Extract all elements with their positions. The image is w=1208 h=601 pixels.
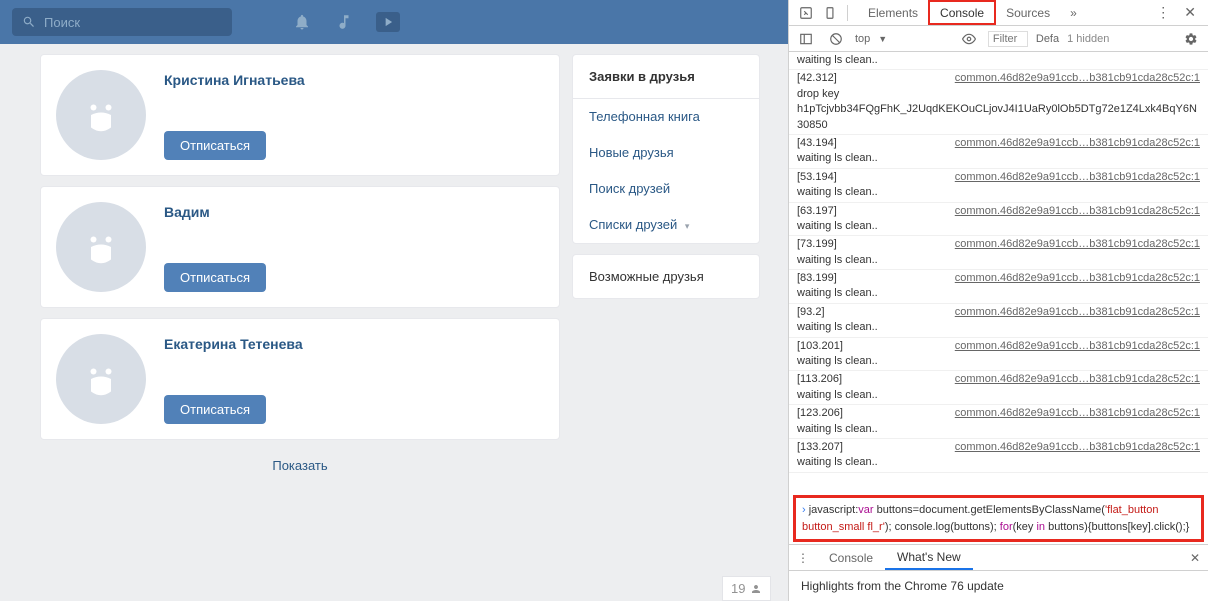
- more-icon[interactable]: ⋮: [1150, 4, 1176, 21]
- sidebar: Заявки в друзья Телефонная книга Новые д…: [572, 44, 760, 601]
- log-entry: [63.197]common.46d82e9a91ccb…b381cb91cda…: [789, 203, 1208, 237]
- log-entry: [42.312]common.46d82e9a91ccb…b381cb91cda…: [789, 70, 1208, 135]
- play-icon[interactable]: [376, 12, 400, 32]
- console-log[interactable]: waiting ls clean..[42.312]common.46d82e9…: [789, 52, 1208, 493]
- log-source-link[interactable]: common.46d82e9a91ccb…b381cb91cda28c52c:1: [955, 170, 1200, 185]
- devtools-toolbar: Elements Console Sources » ⋮ ✕: [789, 0, 1208, 26]
- log-source-link[interactable]: common.46d82e9a91ccb…b381cb91cda28c52c:1: [955, 204, 1200, 219]
- drawer-tab-whatsnew[interactable]: What's New: [885, 545, 973, 570]
- log-source-link[interactable]: common.46d82e9a91ccb…b381cb91cda28c52c:1: [955, 136, 1200, 151]
- search-input[interactable]: Поиск: [12, 8, 232, 36]
- friend-name[interactable]: Екатерина Тетенева: [164, 336, 544, 352]
- friend-card: Екатерина Тетенева Отписаться: [40, 318, 560, 440]
- log-source-link[interactable]: common.46d82e9a91ccb…b381cb91cda28c52c:1: [955, 305, 1200, 320]
- sidebar-item-newfriends[interactable]: Новые друзья: [573, 135, 759, 171]
- log-entry: [123.206]common.46d82e9a91ccb…b381cb91cd…: [789, 405, 1208, 439]
- avatar[interactable]: [56, 202, 146, 292]
- tab-elements[interactable]: Elements: [858, 0, 928, 25]
- music-icon[interactable]: [334, 12, 354, 32]
- log-entry: [73.199]common.46d82e9a91ccb…b381cb91cda…: [789, 236, 1208, 270]
- eye-icon[interactable]: [958, 28, 980, 50]
- unsubscribe-button[interactable]: Отписаться: [164, 131, 266, 160]
- avatar[interactable]: [56, 334, 146, 424]
- sidebar-item-findfriends[interactable]: Поиск друзей: [573, 171, 759, 207]
- unsubscribe-button[interactable]: Отписаться: [164, 263, 266, 292]
- up-button[interactable]: 19: [722, 576, 771, 601]
- tab-sources[interactable]: Sources: [996, 0, 1060, 25]
- log-source-link[interactable]: common.46d82e9a91ccb…b381cb91cda28c52c:1: [955, 71, 1200, 86]
- device-icon[interactable]: [819, 2, 841, 24]
- friend-name[interactable]: Вадим: [164, 204, 544, 220]
- log-entry: [83.199]common.46d82e9a91ccb…b381cb91cda…: [789, 270, 1208, 304]
- gear-icon[interactable]: [1180, 28, 1202, 50]
- context-selector[interactable]: top: [855, 33, 870, 45]
- friend-card: Вадим Отписаться: [40, 186, 560, 308]
- friend-name[interactable]: Кристина Игнатьева: [164, 72, 544, 88]
- devtools-panel: Elements Console Sources » ⋮ ✕ top ▼ Def…: [788, 0, 1208, 601]
- up-count: 19: [731, 581, 745, 596]
- inspect-icon[interactable]: [795, 2, 817, 24]
- log-entry: [113.206]common.46d82e9a91ccb…b381cb91cd…: [789, 371, 1208, 405]
- log-source-link[interactable]: common.46d82e9a91ccb…b381cb91cda28c52c:1: [955, 372, 1200, 387]
- devtools-drawer: ⋮ Console What's New ✕ Highlights from t…: [789, 544, 1208, 601]
- sidebar-item-lists[interactable]: Списки друзей ▾: [573, 207, 759, 243]
- avatar[interactable]: [56, 70, 146, 160]
- vk-header: Поиск: [0, 0, 788, 44]
- unsubscribe-button[interactable]: Отписаться: [164, 395, 266, 424]
- chevron-down-icon: ▼: [878, 34, 887, 44]
- possible-friends-header: Возможные друзья: [572, 254, 760, 299]
- log-entry: [93.2]common.46d82e9a91ccb…b381cb91cda28…: [789, 304, 1208, 338]
- filter-input[interactable]: [988, 31, 1028, 47]
- log-source-link[interactable]: common.46d82e9a91ccb…b381cb91cda28c52c:1: [955, 406, 1200, 421]
- search-icon: [22, 15, 36, 29]
- person-icon: [750, 583, 762, 595]
- log-entry: [53.194]common.46d82e9a91ccb…b381cb91cda…: [789, 169, 1208, 203]
- bell-icon[interactable]: [292, 12, 312, 32]
- friends-list: Кристина Игнатьева Отписаться Вадим Отпи…: [0, 44, 560, 601]
- log-source-link[interactable]: common.46d82e9a91ccb…b381cb91cda28c52c:1: [955, 271, 1200, 286]
- tab-console[interactable]: Console: [928, 0, 996, 25]
- drawer-menu-icon[interactable]: ⋮: [789, 551, 817, 565]
- sidebar-item-label: Списки друзей: [589, 217, 677, 232]
- log-source-link[interactable]: common.46d82e9a91ccb…b381cb91cda28c52c:1: [955, 440, 1200, 455]
- search-placeholder: Поиск: [44, 15, 80, 30]
- whatsnew-headline: Highlights from the Chrome 76 update: [789, 571, 1208, 601]
- drawer-tab-console[interactable]: Console: [817, 545, 885, 570]
- log-source-link[interactable]: common.46d82e9a91ccb…b381cb91cda28c52c:1: [955, 237, 1200, 252]
- log-entry: waiting ls clean..: [789, 52, 1208, 70]
- log-source-link[interactable]: common.46d82e9a91ccb…b381cb91cda28c52c:1: [955, 339, 1200, 354]
- chevron-down-icon: ▾: [685, 221, 690, 231]
- default-levels[interactable]: Defa: [1036, 33, 1059, 45]
- close-icon[interactable]: ✕: [1178, 4, 1202, 21]
- drawer-close-icon[interactable]: ✕: [1182, 551, 1208, 565]
- clear-icon[interactable]: [825, 28, 847, 50]
- sidebar-header: Заявки в друзья: [573, 55, 759, 99]
- tab-more[interactable]: »: [1060, 0, 1087, 25]
- vk-page: Поиск Кристина Игнатьева Отписаться: [0, 0, 788, 601]
- log-entry: [43.194]common.46d82e9a91ccb…b381cb91cda…: [789, 135, 1208, 169]
- header-icons: [292, 12, 400, 32]
- console-toolbar: top ▼ Defa 1 hidden: [789, 26, 1208, 52]
- show-more[interactable]: Показать: [40, 448, 560, 483]
- vk-body: Кристина Игнатьева Отписаться Вадим Отпи…: [0, 44, 788, 601]
- log-entry: [133.207]common.46d82e9a91ccb…b381cb91cd…: [789, 439, 1208, 473]
- sidebar-toggle-icon[interactable]: [795, 28, 817, 50]
- log-entry: [103.201]common.46d82e9a91ccb…b381cb91cd…: [789, 338, 1208, 372]
- prompt-icon: ›: [802, 504, 809, 516]
- hidden-count[interactable]: 1 hidden: [1067, 33, 1109, 45]
- console-input[interactable]: › javascript:var buttons=document.getEle…: [793, 495, 1204, 542]
- sidebar-item-phonebook[interactable]: Телефонная книга: [573, 99, 759, 135]
- friend-card: Кристина Игнатьева Отписаться: [40, 54, 560, 176]
